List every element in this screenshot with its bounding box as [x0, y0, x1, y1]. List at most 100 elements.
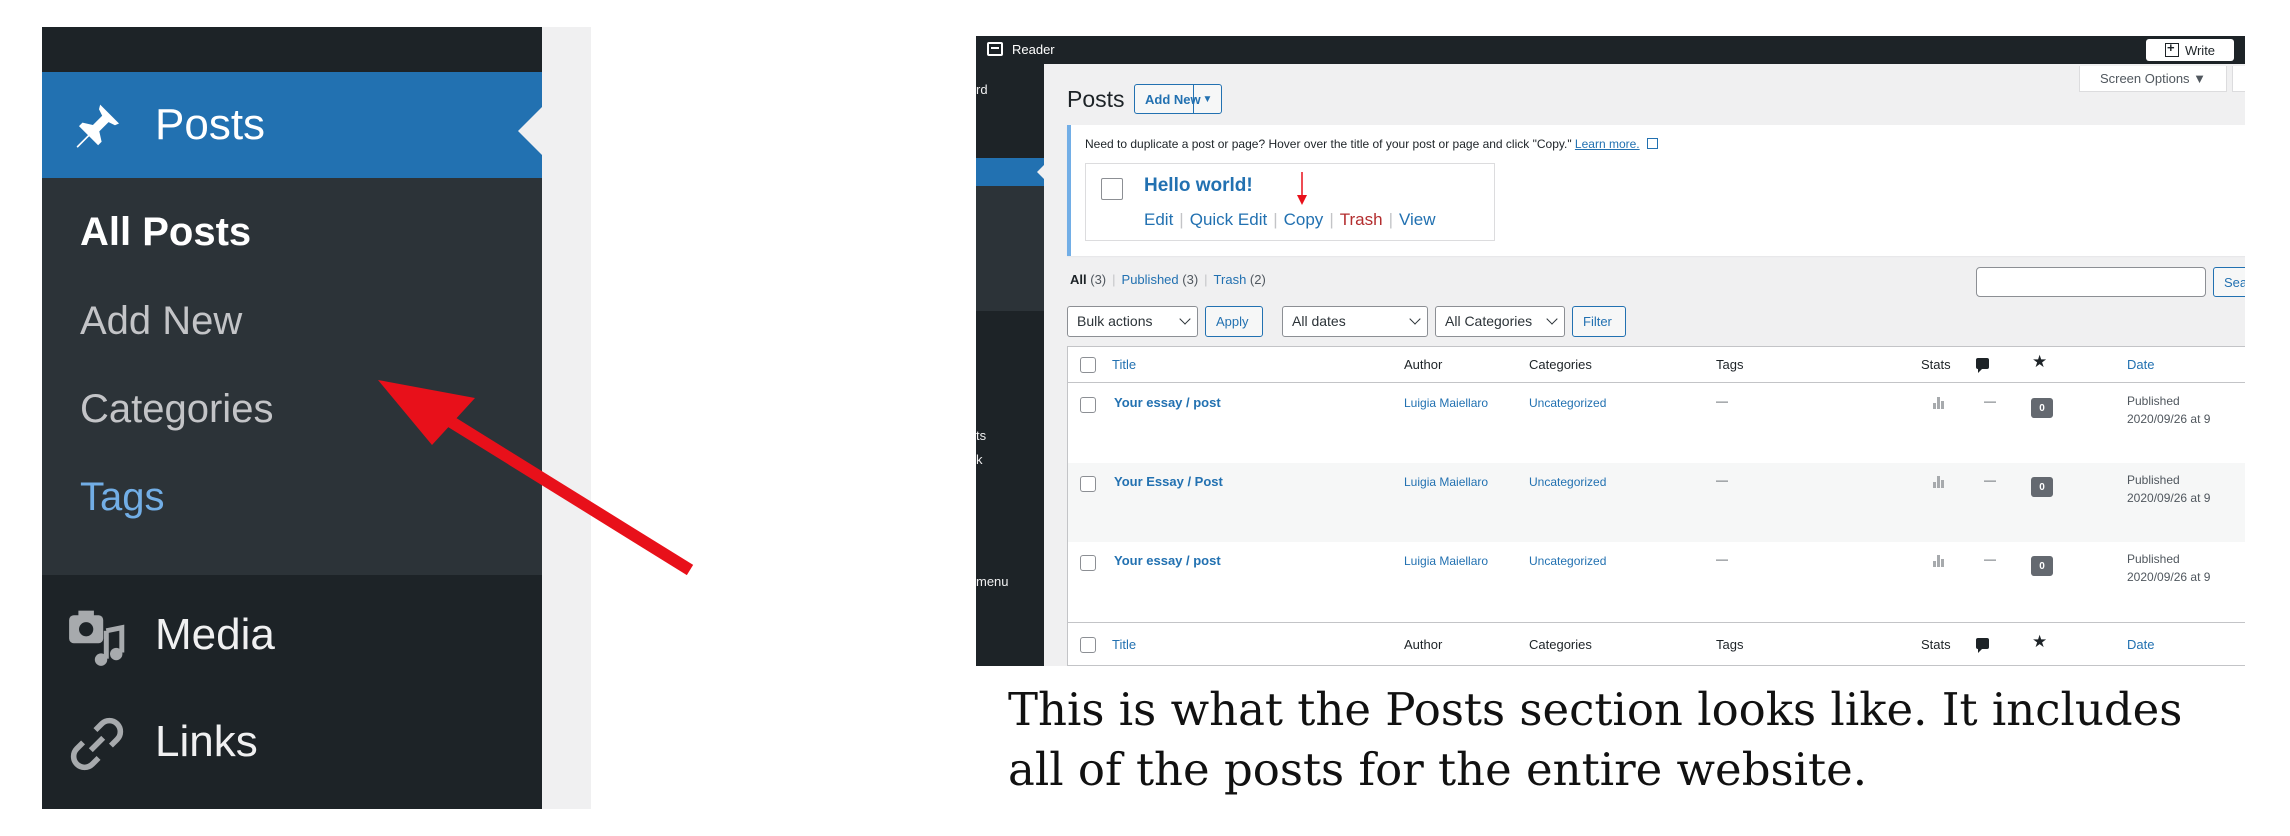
row-checkbox[interactable]	[1080, 555, 1096, 571]
demo-row-actions: Edit | Quick Edit | Copy | Trash | View	[1144, 210, 1436, 229]
post-category[interactable]: Uncategorized	[1529, 475, 1606, 489]
table-header: Title Author Categories Tags Stats ★ Dat…	[1068, 347, 2245, 383]
duplicate-notice: Need to duplicate a post or page? Hover …	[1067, 125, 2245, 256]
row-checkbox[interactable]	[1080, 397, 1096, 413]
row-checkbox[interactable]	[1080, 476, 1096, 492]
admin-sidebar-partial: rd ts k menu	[976, 64, 1044, 666]
menu-item-posts[interactable]: Posts	[42, 72, 542, 178]
post-title-link[interactable]: Your essay / post	[1114, 395, 1221, 410]
zoomed-admin-menu: Posts All Posts Add New Categories Tags …	[42, 27, 591, 809]
table-row: Your essay / post Luigia Maiellaro Uncat…	[1068, 384, 2245, 463]
col-author-footer: Author	[1404, 637, 1443, 652]
menu-item-links-label: Links	[155, 717, 258, 766]
stats-bars-icon[interactable]	[1933, 555, 1947, 567]
menu-item-media[interactable]: Media	[42, 586, 542, 686]
col-date[interactable]: Date	[2127, 357, 2154, 372]
post-date: Published 2020/09/26 at 9	[2127, 550, 2210, 586]
bulk-actions-select[interactable]: Bulk actions	[1067, 306, 1198, 337]
menu-item-links[interactable]: Links	[42, 693, 542, 793]
sidebar-fragment[interactable]: k	[976, 452, 983, 467]
filter-all[interactable]: All	[1070, 272, 1087, 287]
submenu-tags[interactable]: Tags	[80, 475, 165, 520]
submenu-add-new[interactable]: Add New	[80, 299, 242, 344]
post-tags: —	[1716, 473, 1728, 487]
status-filter-links: All (3) | Published (3) | Trash (2)	[1070, 272, 1266, 287]
chevron-down-icon	[1179, 313, 1191, 325]
submenu-categories[interactable]: Categories	[80, 387, 273, 432]
admin-top-bar: Reader Write	[976, 36, 2245, 64]
demo-post-title[interactable]: Hello world!	[1144, 175, 1253, 197]
filter-published[interactable]: Published	[1122, 272, 1179, 287]
star-icon: ★	[2032, 352, 2048, 371]
reader-link[interactable]: Reader	[1012, 42, 1055, 57]
search-button[interactable]: Sea	[2213, 267, 2245, 297]
post-category[interactable]: Uncategorized	[1529, 554, 1606, 568]
screen-options-button[interactable]: Screen Options ▼	[2079, 66, 2227, 92]
chevron-down-icon	[1409, 313, 1421, 325]
post-status: Published	[2127, 473, 2180, 487]
stats-bars-icon[interactable]	[1933, 397, 1947, 409]
external-link-icon	[1646, 138, 1658, 149]
bulk-actions-label: Bulk actions	[1077, 313, 1153, 329]
filter-button[interactable]: Filter	[1572, 306, 1626, 337]
post-title-link[interactable]: Your Essay / Post	[1114, 474, 1223, 489]
likes-badge: 0	[2031, 556, 2053, 576]
post-author[interactable]: Luigia Maiellaro	[1404, 475, 1488, 489]
post-author[interactable]: Luigia Maiellaro	[1404, 396, 1488, 410]
action-edit[interactable]: Edit	[1144, 210, 1173, 229]
col-categories: Categories	[1529, 357, 1592, 372]
reader-icon	[987, 42, 1003, 56]
write-icon	[2164, 40, 2179, 57]
post-author[interactable]: Luigia Maiellaro	[1404, 554, 1488, 568]
post-status: Published	[2127, 552, 2180, 566]
sidebar-fragment[interactable]: rd	[976, 82, 988, 97]
select-all-checkbox-footer[interactable]	[1080, 637, 1096, 653]
caption-text: This is what the Posts section looks lik…	[1008, 683, 2183, 796]
post-datetime: 2020/09/26 at 9	[2127, 412, 2211, 426]
current-menu-notch	[518, 107, 542, 155]
sidebar-fragment[interactable]: ts	[976, 428, 986, 443]
action-trash[interactable]: Trash	[1340, 210, 1383, 229]
select-all-checkbox[interactable]	[1080, 357, 1096, 373]
post-category[interactable]: Uncategorized	[1529, 396, 1606, 410]
col-date-footer[interactable]: Date	[2127, 637, 2154, 652]
post-title-link[interactable]: Your essay / post	[1114, 553, 1221, 568]
table-row: Your Essay / Post Luigia Maiellaro Uncat…	[1068, 463, 2245, 542]
likes-badge: 0	[2031, 398, 2053, 418]
sidebar-fragment[interactable]: menu	[976, 574, 1009, 589]
help-tab[interactable]	[2232, 66, 2245, 92]
table-footer: Title Author Categories Tags Stats ★ Dat…	[1068, 622, 2245, 666]
sidebar-current-item[interactable]	[976, 158, 1044, 186]
filter-trash[interactable]: Trash	[1214, 272, 1247, 287]
chevron-down-icon	[1546, 313, 1558, 325]
stats-bars-icon[interactable]	[1933, 476, 1947, 488]
col-title[interactable]: Title	[1112, 357, 1136, 372]
filter-all-count: (3)	[1090, 272, 1107, 287]
learn-more-link[interactable]: Learn more.	[1575, 137, 1640, 151]
copy-pointer-arrow	[1297, 172, 1307, 205]
demo-checkbox[interactable]	[1101, 178, 1123, 200]
submenu-all-posts[interactable]: All Posts	[80, 210, 251, 255]
action-quick-edit[interactable]: Quick Edit	[1190, 210, 1267, 229]
post-comments: —	[1984, 473, 1996, 487]
menu-item-posts-label: Posts	[155, 100, 266, 149]
search-input[interactable]	[1976, 267, 2206, 297]
sidebar-notch	[1037, 165, 1044, 179]
write-label: Write	[2184, 42, 2216, 58]
col-title-footer[interactable]: Title	[1112, 637, 1136, 652]
caret-down-icon[interactable]: ▼	[1193, 85, 1221, 113]
action-copy[interactable]: Copy	[1284, 210, 1324, 229]
col-stats: Stats	[1921, 357, 1951, 372]
write-button[interactable]: Write	[2146, 39, 2234, 61]
apply-button[interactable]: Apply	[1205, 306, 1263, 337]
categories-select[interactable]: All Categories	[1435, 306, 1565, 337]
posts-screen: Reader Write rd ts k menu Screen Options…	[976, 36, 2245, 666]
notice-demo-row: Hello world! Edit | Quick Edit | Copy | Trash |…	[1085, 163, 1495, 241]
media-icon	[69, 610, 125, 666]
table-row: Your essay / post Luigia Maiellaro Uncat…	[1068, 542, 2245, 621]
menu-item-media-label: Media	[155, 610, 275, 659]
action-view[interactable]: View	[1399, 210, 1436, 229]
dates-select[interactable]: All dates	[1282, 306, 1428, 337]
col-stats-footer: Stats	[1921, 637, 1951, 652]
add-new-button[interactable]: Add New ▼	[1134, 84, 1222, 114]
